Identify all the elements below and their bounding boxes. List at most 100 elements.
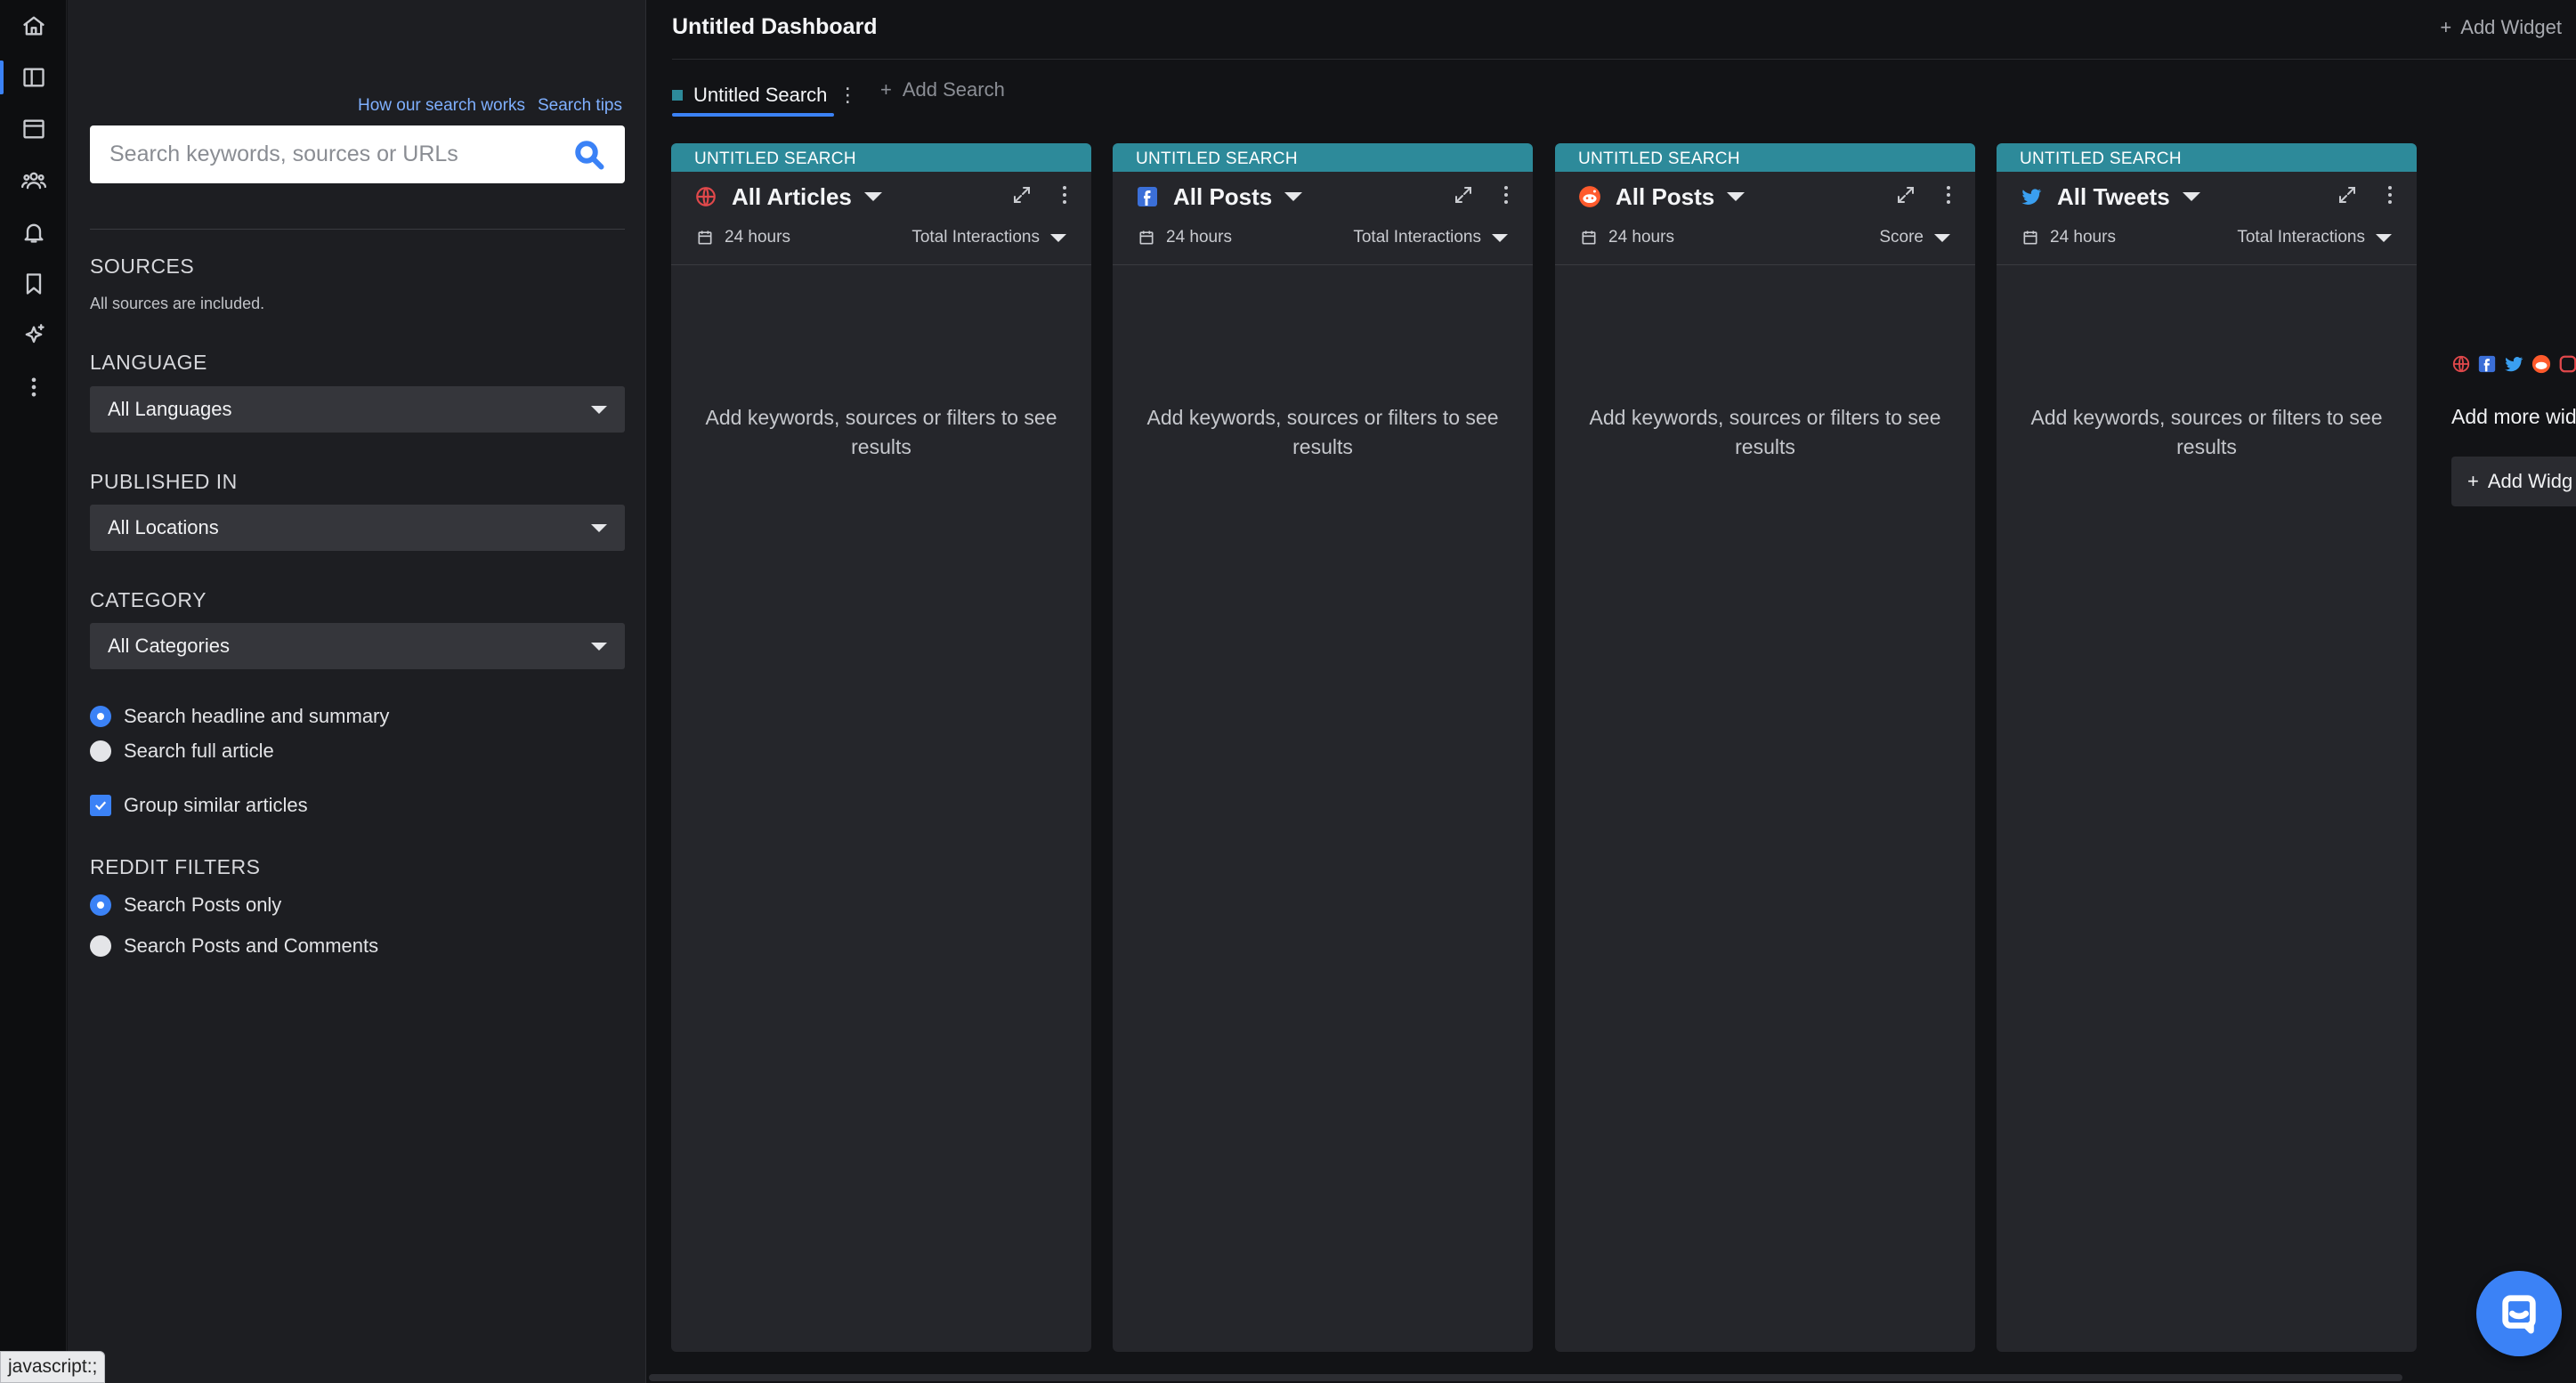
sort-select[interactable]: Total Interactions bbox=[911, 228, 1066, 247]
radio-search-headline[interactable]: Search headline and summary bbox=[90, 705, 389, 728]
globe-icon bbox=[2452, 355, 2470, 373]
column-header: UNTITLED SEARCH bbox=[1555, 143, 1975, 172]
chevron-down-icon[interactable] bbox=[2182, 192, 2200, 201]
rail-saved[interactable] bbox=[0, 258, 67, 310]
dashboard-main: Untitled Dashboard + Add Widget Untitled… bbox=[647, 0, 2576, 1383]
tab-untitled-search[interactable]: Untitled Search ⋮ bbox=[672, 75, 857, 116]
widget-column-reddit: UNTITLED SEARCH All Posts 24 hours Score bbox=[1555, 143, 1975, 1352]
promo-add-widget-button[interactable]: + Add Widg bbox=[2451, 457, 2576, 506]
calendar-icon bbox=[2023, 230, 2037, 245]
rail-home[interactable] bbox=[0, 0, 67, 52]
column-menu-icon[interactable] bbox=[1947, 186, 1950, 204]
time-range[interactable]: 24 hours bbox=[1608, 228, 1674, 247]
published-in-label: PUBLISHED IN bbox=[90, 470, 238, 493]
radio-unselected[interactable] bbox=[90, 740, 111, 762]
twitter-icon bbox=[2020, 185, 2043, 208]
add-widget-button[interactable]: + Add Widget bbox=[2440, 16, 2562, 39]
chevron-down-icon bbox=[1492, 233, 1508, 242]
group-similar-checkbox[interactable]: Group similar articles bbox=[90, 794, 308, 817]
chevron-down-icon bbox=[1050, 233, 1066, 242]
dashboard-title[interactable]: Untitled Dashboard bbox=[672, 14, 878, 40]
search-tips-link[interactable]: Search tips bbox=[538, 96, 622, 116]
expand-icon[interactable] bbox=[1895, 184, 1916, 206]
globe-icon bbox=[694, 185, 717, 208]
expand-icon[interactable] bbox=[1453, 184, 1474, 206]
reddit-icon bbox=[1578, 185, 1601, 208]
chat-launcher-button[interactable] bbox=[2476, 1271, 2562, 1356]
column-header: UNTITLED SEARCH bbox=[1997, 143, 2417, 172]
empty-state-message: Add keywords, sources or filters to see … bbox=[1146, 406, 1499, 458]
radio-unselected[interactable] bbox=[90, 935, 111, 957]
widget-column-twitter: UNTITLED SEARCH All Tweets 24 hours Tota… bbox=[1997, 143, 2417, 1352]
column-title[interactable]: All Tweets bbox=[2057, 183, 2170, 211]
horizontal-scrollbar[interactable] bbox=[649, 1374, 2402, 1381]
time-range[interactable]: 24 hours bbox=[725, 228, 790, 247]
language-value: All Languages bbox=[108, 398, 232, 420]
help-links: How our search works Search tips bbox=[358, 96, 622, 116]
location-select[interactable]: All Locations bbox=[90, 505, 625, 551]
column-menu-icon[interactable] bbox=[2388, 186, 2392, 204]
how-search-works-link[interactable]: How our search works bbox=[358, 96, 525, 116]
column-tools bbox=[1011, 184, 1066, 206]
radio-search-full-article[interactable]: Search full article bbox=[90, 740, 274, 763]
column-tools bbox=[2337, 184, 2392, 206]
rail-alerts[interactable] bbox=[0, 206, 67, 258]
search-icon[interactable] bbox=[573, 139, 605, 171]
tab-label: Untitled Search bbox=[693, 84, 828, 106]
plus-icon: + bbox=[2440, 16, 2452, 38]
column-divider bbox=[1113, 264, 1533, 265]
sort-select[interactable]: Total Interactions bbox=[2237, 228, 2392, 247]
sparkle-icon bbox=[25, 324, 45, 344]
add-search-button[interactable]: + Add Search bbox=[880, 78, 1005, 101]
bell-icon bbox=[24, 223, 43, 243]
time-range[interactable]: 24 hours bbox=[1166, 228, 1232, 247]
rail-dashboard[interactable] bbox=[0, 52, 67, 103]
radio-selected[interactable] bbox=[90, 706, 111, 727]
column-menu-icon[interactable] bbox=[1504, 186, 1508, 204]
rail-window[interactable] bbox=[0, 103, 67, 155]
search-input[interactable] bbox=[109, 142, 573, 167]
column-title-row: All Posts bbox=[1555, 172, 1975, 222]
chevron-down-icon[interactable] bbox=[863, 192, 882, 201]
radio-reddit-posts-only[interactable]: Search Posts only bbox=[90, 894, 281, 917]
chevron-down-icon[interactable] bbox=[1284, 192, 1303, 201]
rail-more[interactable] bbox=[0, 361, 67, 413]
add-widget-label: Add Widget bbox=[2460, 16, 2562, 38]
sort-select[interactable]: Score bbox=[1879, 228, 1950, 247]
column-title[interactable]: All Posts bbox=[1616, 183, 1714, 211]
category-select[interactable]: All Categories bbox=[90, 623, 625, 669]
chevron-down-icon[interactable] bbox=[1727, 192, 1746, 201]
chat-icon bbox=[2502, 1295, 2536, 1334]
column-tools bbox=[1453, 184, 1508, 206]
checkbox-checked[interactable] bbox=[90, 795, 111, 816]
expand-icon[interactable] bbox=[1011, 184, 1033, 206]
sort-value: Total Interactions bbox=[1353, 228, 1481, 247]
column-title[interactable]: All Articles bbox=[732, 183, 852, 211]
tab-menu-icon[interactable]: ⋮ bbox=[838, 84, 857, 107]
expand-icon[interactable] bbox=[2337, 184, 2358, 206]
calendar-icon bbox=[1582, 230, 1596, 245]
radio-reddit-posts-comments[interactable]: Search Posts and Comments bbox=[90, 934, 378, 958]
radio-label: Search full article bbox=[124, 740, 274, 762]
rail-insights[interactable] bbox=[0, 310, 67, 361]
column-title-row: All Articles bbox=[671, 172, 1091, 222]
column-title[interactable]: All Posts bbox=[1173, 183, 1272, 211]
language-select[interactable]: All Languages bbox=[90, 386, 625, 433]
widget-column-articles: UNTITLED SEARCH All Articles 24 hours To… bbox=[671, 143, 1091, 1352]
more-icon bbox=[31, 377, 36, 397]
column-title-row: All Tweets bbox=[1997, 172, 2417, 222]
radio-selected[interactable] bbox=[90, 894, 111, 916]
header-divider bbox=[672, 59, 2576, 60]
home-icon bbox=[22, 16, 45, 36]
promo-text: Add more wid bbox=[2451, 405, 2576, 428]
status-bar-url: javascript:; bbox=[0, 1351, 106, 1383]
column-menu-icon[interactable] bbox=[1063, 186, 1066, 204]
time-range[interactable]: 24 hours bbox=[2050, 228, 2116, 247]
dashboard-icon bbox=[22, 68, 45, 87]
column-filter-row: 24 hours Score bbox=[1555, 222, 1975, 254]
rail-people[interactable] bbox=[0, 155, 67, 206]
people-icon bbox=[20, 172, 46, 190]
sort-value: Total Interactions bbox=[911, 228, 1040, 247]
sort-select[interactable]: Total Interactions bbox=[1353, 228, 1508, 247]
calendar-icon bbox=[698, 230, 712, 245]
